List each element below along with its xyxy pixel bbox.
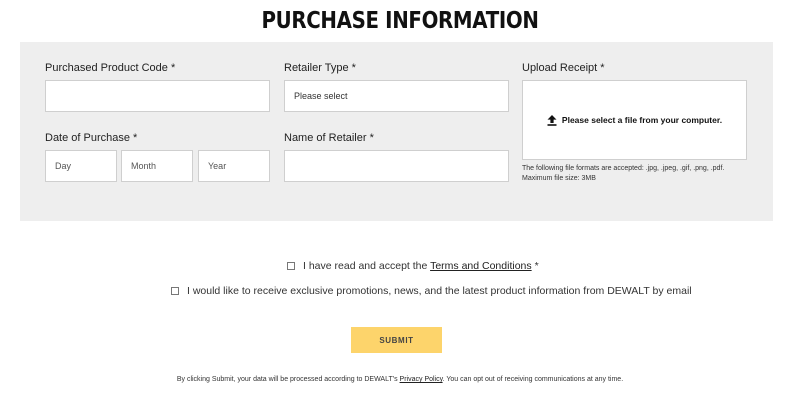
date-of-purchase-label: Date of Purchase * bbox=[45, 132, 138, 144]
product-code-label: Purchased Product Code * bbox=[45, 62, 176, 74]
promo-label: I would like to receive exclusive promot… bbox=[187, 285, 692, 297]
month-input[interactable]: Month bbox=[121, 150, 193, 182]
retailer-type-label: Retailer Type * bbox=[284, 62, 356, 74]
day-input[interactable]: Day bbox=[45, 150, 117, 182]
year-placeholder: Year bbox=[208, 161, 227, 171]
page-title: PURCHASE INFORMATION bbox=[261, 8, 539, 34]
year-input[interactable]: Year bbox=[198, 150, 270, 182]
terms-label: I have read and accept the Terms and Con… bbox=[303, 260, 539, 272]
month-placeholder: Month bbox=[131, 161, 157, 171]
promo-consent-row: I would like to receive exclusive promot… bbox=[171, 285, 692, 297]
upload-formats-text: The following file formats are accepted:… bbox=[522, 165, 725, 172]
promo-checkbox[interactable] bbox=[171, 287, 179, 295]
day-placeholder: Day bbox=[55, 161, 72, 171]
product-code-input[interactable] bbox=[45, 80, 270, 112]
terms-consent-row: I have read and accept the Terms and Con… bbox=[287, 260, 539, 272]
retailer-name-label: Name of Retailer * bbox=[284, 132, 374, 144]
retailer-name-input[interactable] bbox=[284, 150, 509, 182]
privacy-footer-note: By clicking Submit, your data will be pr… bbox=[176, 376, 624, 383]
upload-receipt-label: Upload Receipt * bbox=[522, 62, 605, 74]
submit-button[interactable]: SUBMIT bbox=[351, 327, 442, 353]
terms-checkbox[interactable] bbox=[287, 262, 295, 270]
upload-icon bbox=[547, 114, 557, 126]
privacy-policy-link[interactable]: Privacy Policy bbox=[400, 376, 443, 383]
purchase-form-panel: Purchased Product Code * Retailer Type *… bbox=[20, 42, 773, 221]
upload-max-size-text: Maximum file size: 3MB bbox=[522, 175, 596, 182]
retailer-type-value: Please select bbox=[294, 91, 348, 101]
upload-prompt: Please select a file from your computer. bbox=[561, 115, 723, 125]
retailer-type-select[interactable]: Please select bbox=[284, 80, 509, 112]
terms-link[interactable]: Terms and Conditions bbox=[430, 260, 532, 272]
upload-receipt-dropzone[interactable]: Please select a file from your computer. bbox=[522, 80, 747, 160]
upload-note: The following file formats are accepted:… bbox=[522, 164, 762, 184]
